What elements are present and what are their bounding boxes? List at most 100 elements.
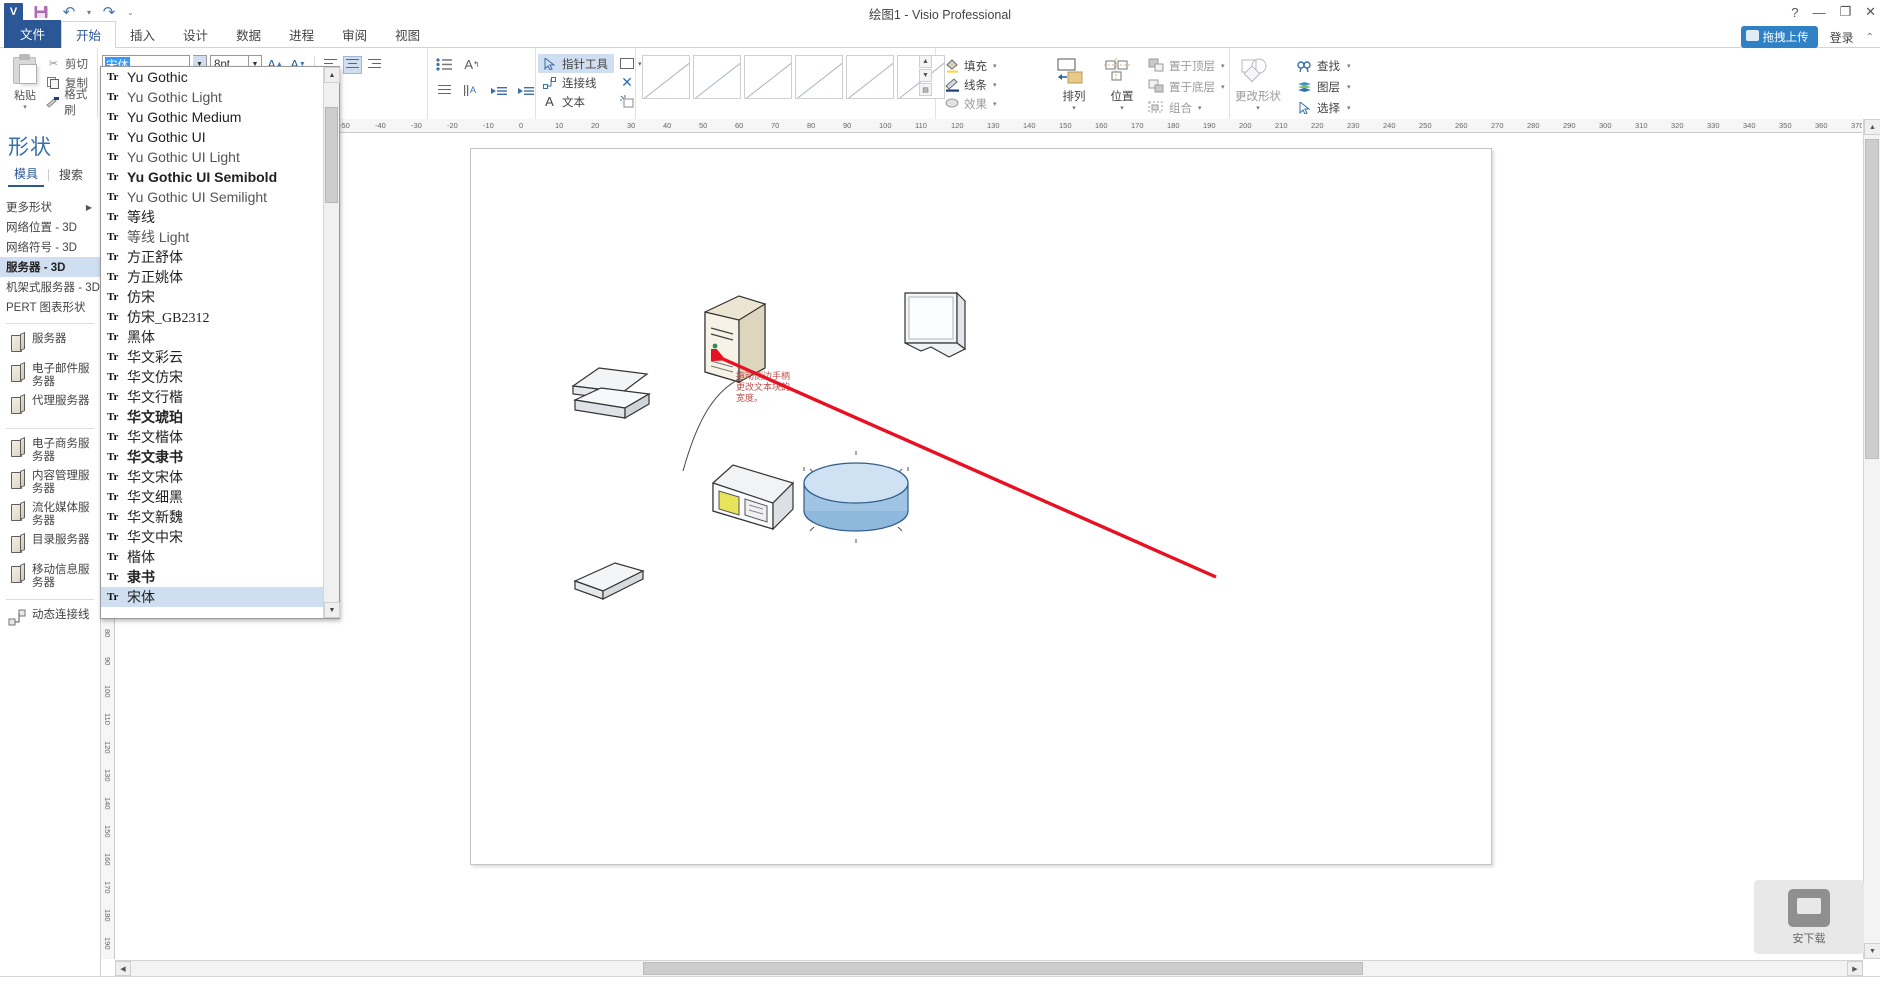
fill-dropdown-icon[interactable]: ▾ — [993, 62, 997, 70]
canvas-vertical-scrollbar[interactable]: ▲ ▼ — [1863, 119, 1880, 959]
font-scroll-down-icon[interactable]: ▼ — [324, 602, 340, 618]
tab-design[interactable]: 设计 — [169, 22, 222, 48]
shape-email-server[interactable]: 电子邮件服务器 — [0, 360, 100, 392]
bring-to-front-button[interactable]: 置于顶层 ▾ — [1148, 55, 1225, 76]
layers-dropdown-icon[interactable]: ▾ — [1347, 83, 1351, 91]
select-button[interactable]: 选择 ▾ — [1296, 97, 1351, 118]
shape-content-management-server[interactable]: 内容管理服务器 — [0, 467, 100, 499]
vertical-text-icon[interactable]: A — [461, 82, 481, 99]
shape-ecommerce-server[interactable]: 电子商务服务器 — [0, 435, 100, 467]
gallery-down-icon[interactable]: ▼ — [919, 69, 932, 82]
effects-dropdown-icon[interactable]: ▾ — [993, 100, 997, 108]
font-list-item[interactable]: Tr 方正舒体 — [101, 247, 323, 267]
gallery-up-icon[interactable]: ▲ — [919, 55, 932, 68]
font-list-item[interactable]: Tr 华文隶书 — [101, 447, 323, 467]
send-to-back-button[interactable]: 置于底层 ▾ — [1148, 76, 1225, 97]
text-tool-button[interactable]: A 文本 — [538, 92, 614, 111]
font-list-item[interactable]: Tr Yu Gothic UI Semilight — [101, 187, 323, 207]
stencil-network-symbols-3d[interactable]: 网络符号 - 3D — [0, 237, 100, 257]
find-dropdown-icon[interactable]: ▾ — [1347, 62, 1351, 70]
group-button[interactable]: 组合 ▾ — [1148, 97, 1225, 118]
font-list-item[interactable]: Tr 华文楷体 — [101, 427, 323, 447]
crop-tool-icon[interactable] — [616, 92, 638, 111]
cut-button[interactable]: ✂ 剪切 — [46, 54, 97, 73]
stencil-servers-3d[interactable]: 服务器 - 3D — [0, 257, 100, 277]
font-list-item[interactable]: Tr 华文细黑 — [101, 487, 323, 507]
font-list-item[interactable]: Tr Yu Gothic Medium — [101, 107, 323, 127]
select-dropdown-icon[interactable]: ▾ — [1347, 104, 1351, 112]
font-list-item[interactable]: Tr 华文中宋 — [101, 527, 323, 547]
layers-button[interactable]: 图层 ▾ — [1296, 76, 1351, 97]
pointer-tool-button[interactable]: 指针工具 — [538, 54, 614, 73]
font-list-item[interactable]: Tr 宋体 — [101, 587, 323, 607]
horizontal-scroll-thumb[interactable] — [643, 962, 1363, 975]
font-scroll-up-icon[interactable]: ▲ — [324, 67, 340, 83]
shape-dynamic-connector[interactable]: 动态连接线 — [0, 606, 100, 636]
scroll-up-icon[interactable]: ▲ — [1864, 119, 1880, 135]
change-shape-dropdown-icon[interactable]: ▾ — [1234, 104, 1282, 112]
font-list-item[interactable]: Tr Yu Gothic UI Semibold — [101, 167, 323, 187]
tab-insert[interactable]: 插入 — [116, 22, 169, 48]
font-list-item[interactable]: Tr 华文彩云 — [101, 347, 323, 367]
style-cell[interactable] — [846, 55, 894, 99]
tab-stencils[interactable]: 模具 — [8, 163, 45, 187]
find-button[interactable]: 查找 ▾ — [1296, 55, 1351, 76]
style-cell[interactable] — [693, 55, 741, 99]
tab-data[interactable]: 数据 — [222, 22, 275, 48]
style-cell[interactable] — [744, 55, 792, 99]
line-button[interactable]: 线条 ▾ — [940, 75, 997, 94]
font-list-item[interactable]: Tr 楷体 — [101, 547, 323, 567]
stencil-network-locations-3d[interactable]: 网络位置 - 3D — [0, 217, 100, 237]
font-list-item[interactable]: Tr Yu Gothic Light — [101, 87, 323, 107]
gallery-more-icon[interactable]: ▤ — [919, 83, 932, 96]
font-list-item[interactable]: Tr 仿宋_GB2312 — [101, 307, 323, 327]
font-list-item[interactable]: Tr 华文行楷 — [101, 387, 323, 407]
drag-upload-button[interactable]: 拖拽上传 — [1740, 26, 1818, 48]
font-list-item[interactable]: Tr 华文宋体 — [101, 467, 323, 487]
send-to-back-dropdown-icon[interactable]: ▾ — [1221, 83, 1225, 91]
font-list-item[interactable]: Tr 隶书 — [101, 567, 323, 587]
scroll-right-icon[interactable]: ▶ — [1847, 961, 1863, 976]
shape-server[interactable]: 服务器 — [0, 330, 100, 360]
scroll-left-icon[interactable]: ◀ — [115, 961, 131, 976]
arrange-button[interactable]: 排列 ▾ — [1050, 54, 1098, 112]
rectangle-tool-icon[interactable] — [616, 54, 638, 73]
font-list-item[interactable]: Tr 等线 Light — [101, 227, 323, 247]
shape-mobile-information-server[interactable]: 移动信息服务器 — [0, 561, 100, 593]
help-icon[interactable]: ? — [1791, 5, 1798, 20]
stencil-rack-servers-3d[interactable]: 机架式服务器 - 3D — [0, 277, 100, 297]
font-list[interactable]: Tr Yu Gothic Tr Yu Gothic Light Tr Yu Gothic … — [101, 67, 323, 618]
decrease-indent-icon[interactable] — [488, 82, 508, 99]
scroll-down-icon[interactable]: ▼ — [1864, 943, 1880, 959]
font-list-item[interactable]: Tr 华文新魏 — [101, 507, 323, 527]
shape-proxy-server[interactable]: 代理服务器 — [0, 392, 100, 422]
font-list-item[interactable]: Tr 华文琥珀 — [101, 407, 323, 427]
close-icon[interactable]: ✕ — [1865, 4, 1876, 20]
tab-process[interactable]: 进程 — [275, 22, 328, 48]
arrange-dropdown-icon[interactable]: ▾ — [1050, 104, 1098, 112]
font-list-item[interactable]: Tr 方正姚体 — [101, 267, 323, 287]
shape-directory-server[interactable]: 目录服务器 — [0, 531, 100, 561]
bring-to-front-dropdown-icon[interactable]: ▾ — [1221, 62, 1225, 70]
delete-icon[interactable]: ✕ — [616, 73, 638, 92]
canvas-horizontal-scrollbar[interactable]: ◀ ▶ — [115, 960, 1863, 976]
align-center-button[interactable] — [343, 55, 362, 74]
font-list-scrollbar[interactable]: ▲ ▼ — [323, 67, 340, 618]
bullets-icon[interactable] — [434, 56, 454, 73]
position-button[interactable]: 位置 ▾ — [1098, 54, 1146, 112]
change-shape-button[interactable]: 更改形状 ▾ — [1234, 54, 1282, 112]
vertical-scroll-thumb[interactable] — [1865, 139, 1879, 459]
shape-streaming-media-server[interactable]: 流化媒体服务器 — [0, 499, 100, 531]
shape-styles-gallery[interactable] — [642, 55, 945, 99]
ribbon-collapse-icon[interactable]: ⌃ — [1866, 32, 1874, 43]
shape-scanner[interactable] — [569, 364, 655, 426]
style-cell[interactable] — [642, 55, 690, 99]
increase-indent-icon[interactable] — [515, 82, 535, 99]
line-spacing-icon[interactable] — [434, 82, 454, 99]
group-dropdown-icon[interactable]: ▾ — [1198, 104, 1202, 112]
font-name-dropdown-list[interactable]: Tr Yu Gothic Tr Yu Gothic Light Tr Yu Gothic … — [100, 66, 340, 619]
style-cell[interactable] — [795, 55, 843, 99]
fill-button[interactable]: 填充 ▾ — [940, 56, 997, 75]
paste-button[interactable]: 粘贴 ▾ — [6, 54, 44, 111]
shape-memory-module[interactable] — [571, 559, 647, 607]
